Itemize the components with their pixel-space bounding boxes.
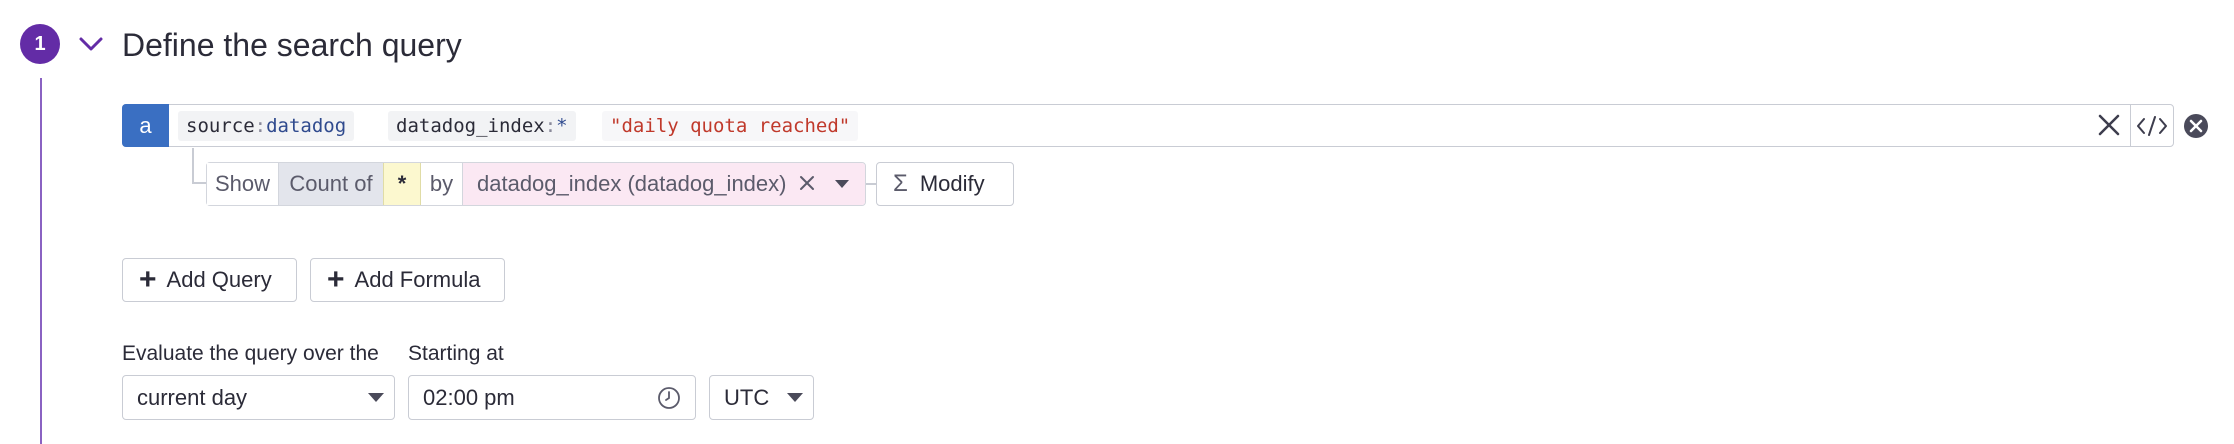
sigma-icon: Σ	[893, 170, 908, 197]
divider	[2130, 104, 2131, 147]
evaluation-window-label: Evaluate the query over the	[122, 342, 379, 365]
term-key: source	[186, 115, 255, 137]
show-label: Show	[207, 163, 279, 205]
start-time-value: 02:00 pm	[423, 384, 515, 410]
add-query-button[interactable]: + Add Query	[122, 258, 297, 302]
step-number-badge: 1	[20, 24, 60, 64]
term-separator: :	[544, 115, 557, 137]
clock-icon	[658, 387, 680, 409]
step-timeline-line	[40, 78, 42, 444]
add-formula-label: Add Formula	[354, 267, 481, 292]
dropdown-caret-icon	[368, 393, 384, 402]
term-value: *	[556, 115, 568, 137]
step-title: Define the search query	[122, 27, 462, 63]
code-editor-icon[interactable]	[2134, 111, 2170, 141]
modify-label: Modify	[919, 171, 985, 196]
connector-line	[192, 148, 194, 184]
starting-at-label: Starting at	[408, 342, 504, 365]
term-value: datadog	[266, 115, 347, 137]
term-string: "daily quota reached"	[610, 115, 851, 137]
term-separator: :	[254, 115, 267, 137]
timezone-value: UTC	[724, 384, 770, 410]
start-time-input[interactable]: 02:00 pm	[408, 375, 696, 420]
by-label: by	[421, 163, 463, 205]
add-formula-button[interactable]: + Add Formula	[310, 258, 505, 302]
clear-query-icon[interactable]	[2094, 110, 2124, 140]
group-by-tag: datadog_index (datadog_index)	[477, 171, 787, 196]
timezone-select[interactable]: UTC	[709, 375, 814, 420]
dropdown-caret-icon	[787, 393, 803, 402]
remove-group-by-icon[interactable]	[796, 172, 818, 194]
connector-line	[192, 182, 206, 184]
aggregation-function-select[interactable]: Count of	[279, 163, 383, 205]
query-term-source[interactable]: source: datadog	[178, 111, 355, 141]
plus-icon: +	[139, 263, 157, 296]
add-query-label: Add Query	[166, 267, 272, 292]
query-term-index[interactable]: datadog_index: *	[388, 111, 576, 141]
evaluation-window-value: current day	[137, 384, 248, 410]
query-term-text[interactable]: "daily quota reached"	[602, 111, 859, 141]
term-key: datadog_index	[396, 115, 545, 137]
plus-icon: +	[327, 263, 345, 296]
modify-button[interactable]: Σ Modify	[876, 162, 1014, 206]
query-letter-badge: a	[122, 104, 169, 147]
collapse-chevron-icon[interactable]	[78, 34, 104, 54]
evaluation-window-select[interactable]: current day	[122, 375, 395, 420]
measure-select[interactable]: *	[383, 163, 421, 205]
dropdown-caret-icon[interactable]	[832, 176, 852, 192]
remove-query-icon[interactable]	[2182, 112, 2210, 140]
